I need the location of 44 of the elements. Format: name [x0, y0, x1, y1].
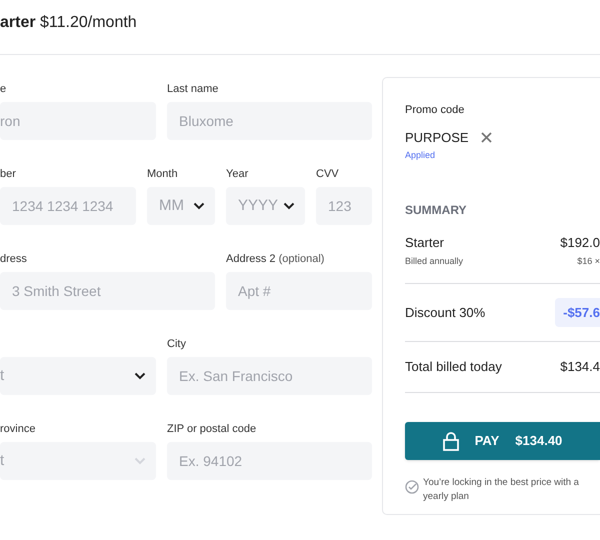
field-label: Address 2 (optional)	[226, 253, 324, 265]
promo-code: PURPOSE	[405, 128, 469, 146]
summary-amount: $192.0	[560, 234, 600, 252]
summary-label: Total billed today	[405, 358, 502, 376]
input-field[interactable]: Ex. 94102	[167, 442, 372, 480]
field-label: Last name	[167, 83, 218, 95]
summary-label: Discount 30%	[405, 304, 486, 322]
select-field[interactable]: t	[0, 357, 156, 395]
input-field[interactable]: Apt #	[226, 272, 372, 310]
field-label: e	[0, 83, 6, 95]
input-field[interactable]: 3 Smith Street	[0, 272, 215, 310]
close-icon[interactable]	[480, 132, 492, 143]
field-label: CVV	[316, 168, 339, 180]
check-circle-icon	[405, 480, 419, 494]
input-field[interactable]: Ex. San Francisco	[167, 357, 372, 395]
summary-label: Starter	[405, 234, 444, 252]
field-label: Year	[226, 168, 248, 180]
chevron-down-icon	[134, 457, 146, 465]
promo-status: Applied	[405, 149, 436, 162]
plan-title: arter $11.20/month	[0, 13, 137, 33]
chevron-down-icon	[134, 372, 146, 380]
summary-sublabel: Billed annually	[405, 255, 464, 268]
select-field[interactable]: YYYY	[226, 187, 305, 225]
lock-icon	[442, 430, 459, 450]
summary-amount: $134.4	[560, 358, 600, 376]
price-note: You’re locking in the best price with a yearly plan	[423, 476, 580, 504]
pay-button[interactable]: PAY $134.40	[405, 422, 600, 460]
input-field[interactable]: Bluxome	[167, 102, 372, 140]
input-field[interactable]: 1234 1234 1234	[0, 187, 136, 225]
input-field[interactable]: 123	[316, 187, 372, 225]
promo-label: Promo code	[405, 103, 466, 118]
field-label: ZIP or postal code	[167, 423, 256, 435]
field-label: rovince	[0, 423, 36, 435]
field-label: City	[167, 338, 186, 350]
summary-title: SUMMARY	[405, 202, 468, 218]
field-label: ber	[0, 168, 16, 180]
input-field[interactable]: ron	[0, 102, 156, 140]
select-field[interactable]: MM	[147, 187, 215, 225]
field-label: dress	[0, 253, 27, 265]
summary-subamount: $16 ×	[577, 255, 600, 268]
chevron-down-icon	[283, 202, 295, 210]
discount-amount: -$57.6	[555, 298, 600, 327]
chevron-down-icon	[193, 202, 205, 210]
field-label: Month	[147, 168, 178, 180]
